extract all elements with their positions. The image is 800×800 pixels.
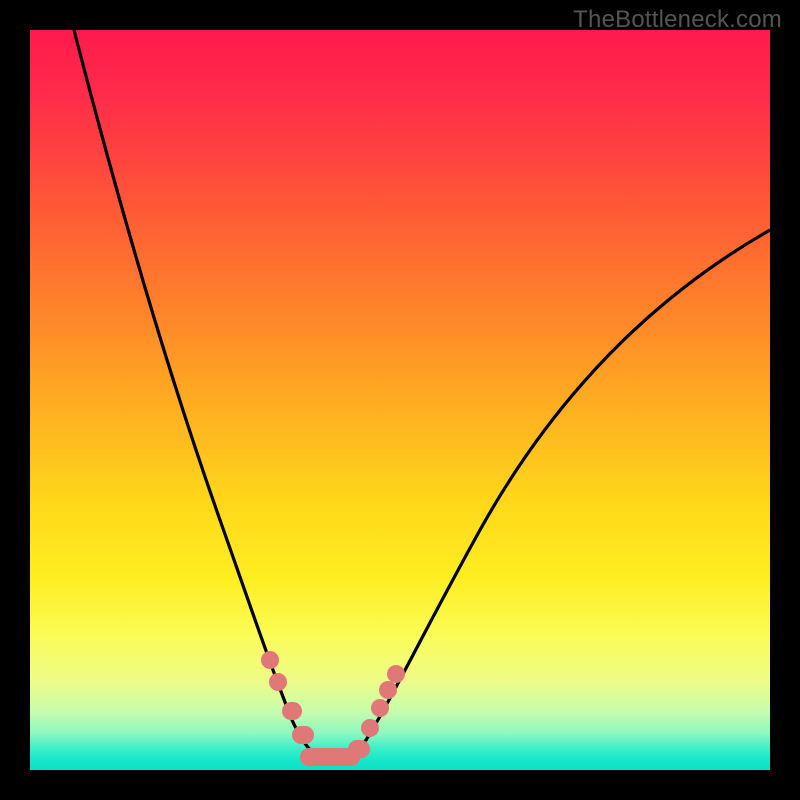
plot-area [30, 30, 770, 770]
highlight-marker [387, 665, 405, 683]
bottleneck-curve-line [74, 30, 770, 761]
highlight-marker [282, 702, 302, 720]
highlight-marker [361, 719, 379, 737]
highlight-marker [379, 681, 397, 699]
highlight-marker [261, 651, 279, 669]
outer-frame: TheBottleneck.com [0, 0, 800, 800]
highlight-marker-group [261, 651, 405, 766]
highlight-marker [348, 740, 370, 758]
chart-svg [30, 30, 770, 770]
highlight-marker [292, 726, 314, 744]
highlight-marker [371, 699, 389, 717]
highlight-marker [269, 673, 287, 691]
